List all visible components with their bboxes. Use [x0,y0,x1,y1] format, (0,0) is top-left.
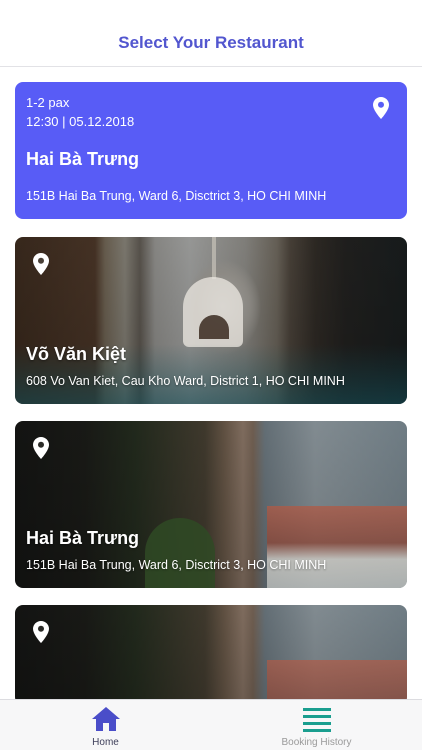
restaurant-card[interactable]: Võ Văn Kiệt 608 Vo Van Kiet, Cau Kho War… [15,237,407,404]
location-pin-icon[interactable] [33,621,49,643]
restaurant-address: 151B Hai Ba Trung, Ward 6, Disctrict 3, … [26,189,327,203]
party-size: 1-2 pax [26,95,70,110]
restaurant-name: Võ Văn Kiệt [26,344,127,364]
restaurant-card[interactable] [15,605,407,705]
restaurant-address: 151B Hai Ba Trung, Ward 6, Disctrict 3, … [26,558,327,572]
photo-detail [199,315,229,339]
restaurant-name: Hai Bà Trưng [26,149,140,169]
booking-datetime: 12:30 | 05.12.2018 [26,114,135,129]
restaurant-card[interactable]: Hai Bà Trưng 151B Hai Ba Trung, Ward 6, … [15,421,407,588]
tab-label: Booking History [281,737,352,748]
page-title: Select Your Restaurant [118,33,304,52]
restaurant-address: 608 Vo Van Kiet, Cau Kho Ward, District … [26,374,345,388]
photo-detail [145,518,215,588]
photo-detail [267,506,407,588]
list-icon [302,708,331,732]
tab-label: Home [92,737,119,748]
location-pin-icon[interactable] [33,437,49,459]
photo-detail [212,237,216,279]
tab-home[interactable]: Home [0,700,211,750]
location-pin-icon[interactable] [33,253,49,275]
selected-restaurant-card[interactable]: 1-2 pax 12:30 | 05.12.2018 Hai Bà Trưng … [15,82,407,219]
tab-bar: Home Booking History [0,699,422,750]
location-pin-icon[interactable] [373,97,389,119]
home-icon [91,707,120,731]
restaurant-name: Hai Bà Trưng [26,528,140,548]
tab-booking-history[interactable]: Booking History [211,700,422,750]
app-header: Select Your Restaurant [0,0,422,67]
